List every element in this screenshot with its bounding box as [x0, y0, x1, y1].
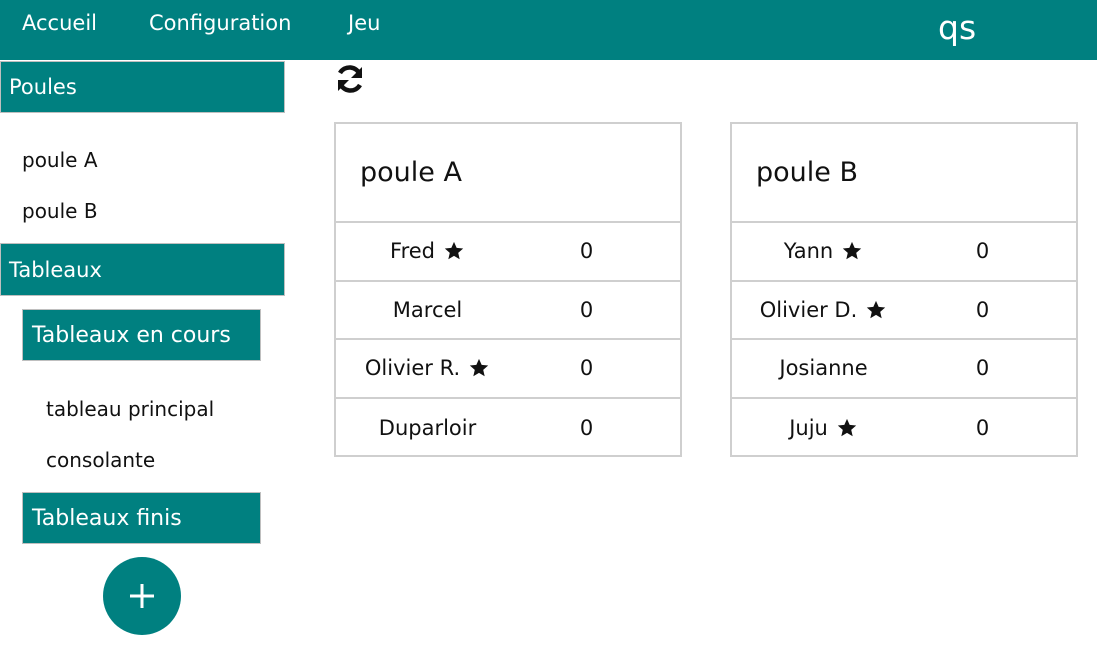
table-row: Fred 0: [336, 223, 680, 282]
app-brand: qs: [938, 8, 977, 47]
nav-accueil-link[interactable]: Accueil: [22, 9, 97, 37]
player-score: 0: [975, 239, 990, 264]
sidebar-subheader-tableaux-en-cours[interactable]: Tableaux en cours: [22, 309, 261, 361]
player-score: 0: [975, 415, 990, 440]
pool-card-b: poule B Yann 0 Olivier D. 0 Josianne 0 J…: [730, 122, 1078, 457]
pool-title: poule A: [336, 124, 680, 223]
player-name: Yann: [783, 239, 834, 264]
pool-title: poule B: [732, 124, 1076, 223]
star-icon: [469, 359, 489, 377]
add-button[interactable]: [103, 557, 181, 635]
player-name: Josianne: [779, 356, 868, 381]
table-row: Duparloir 0: [336, 399, 680, 458]
refresh-button[interactable]: [333, 62, 367, 96]
plus-icon: [130, 584, 154, 608]
refresh-icon: [337, 65, 363, 93]
table-row: Olivier D. 0: [732, 282, 1076, 340]
nav-configuration-link[interactable]: Configuration: [149, 9, 291, 37]
table-row: Yann 0: [732, 223, 1076, 282]
star-icon: [843, 242, 862, 260]
star-icon: [837, 418, 857, 436]
player-score: 0: [975, 356, 990, 381]
sidebar-item-poule-b[interactable]: poule B: [22, 197, 98, 225]
sidebar-header-tableaux[interactable]: Tableaux: [0, 243, 285, 296]
table-row: Olivier R. 0: [336, 340, 680, 399]
table-row: Marcel 0: [336, 282, 680, 340]
player-score: 0: [579, 356, 594, 381]
sidebar-item-consolante[interactable]: consolante: [46, 446, 155, 474]
pool-card-a: poule A Fred 0 Marcel 0 Olivier R. 0 Dup…: [334, 122, 682, 457]
sidebar-header-poules[interactable]: Poules: [0, 61, 285, 113]
top-nav-bar: Accueil Configuration Jeu qs: [0, 0, 1097, 60]
sidebar-item-poule-a[interactable]: poule A: [22, 146, 98, 174]
player-score: 0: [579, 297, 594, 322]
table-row: Juju 0: [732, 399, 1076, 458]
sidebar-item-tableau-principal[interactable]: tableau principal: [46, 395, 214, 423]
sidebar-subheader-tableaux-finis[interactable]: Tableaux finis: [22, 492, 261, 544]
player-score: 0: [579, 239, 594, 264]
player-name: Olivier R.: [364, 356, 461, 381]
player-name: Juju: [789, 415, 828, 440]
player-score: 0: [975, 297, 990, 322]
player-name: Fred: [390, 239, 435, 264]
nav-jeu-link[interactable]: Jeu: [348, 9, 380, 37]
star-icon: [867, 300, 886, 318]
player-name: Olivier D.: [759, 297, 858, 322]
player-name: Marcel: [392, 297, 463, 322]
player-score: 0: [579, 415, 594, 440]
player-name: Duparloir: [378, 415, 477, 440]
star-icon: [444, 242, 464, 260]
table-row: Josianne 0: [732, 340, 1076, 399]
